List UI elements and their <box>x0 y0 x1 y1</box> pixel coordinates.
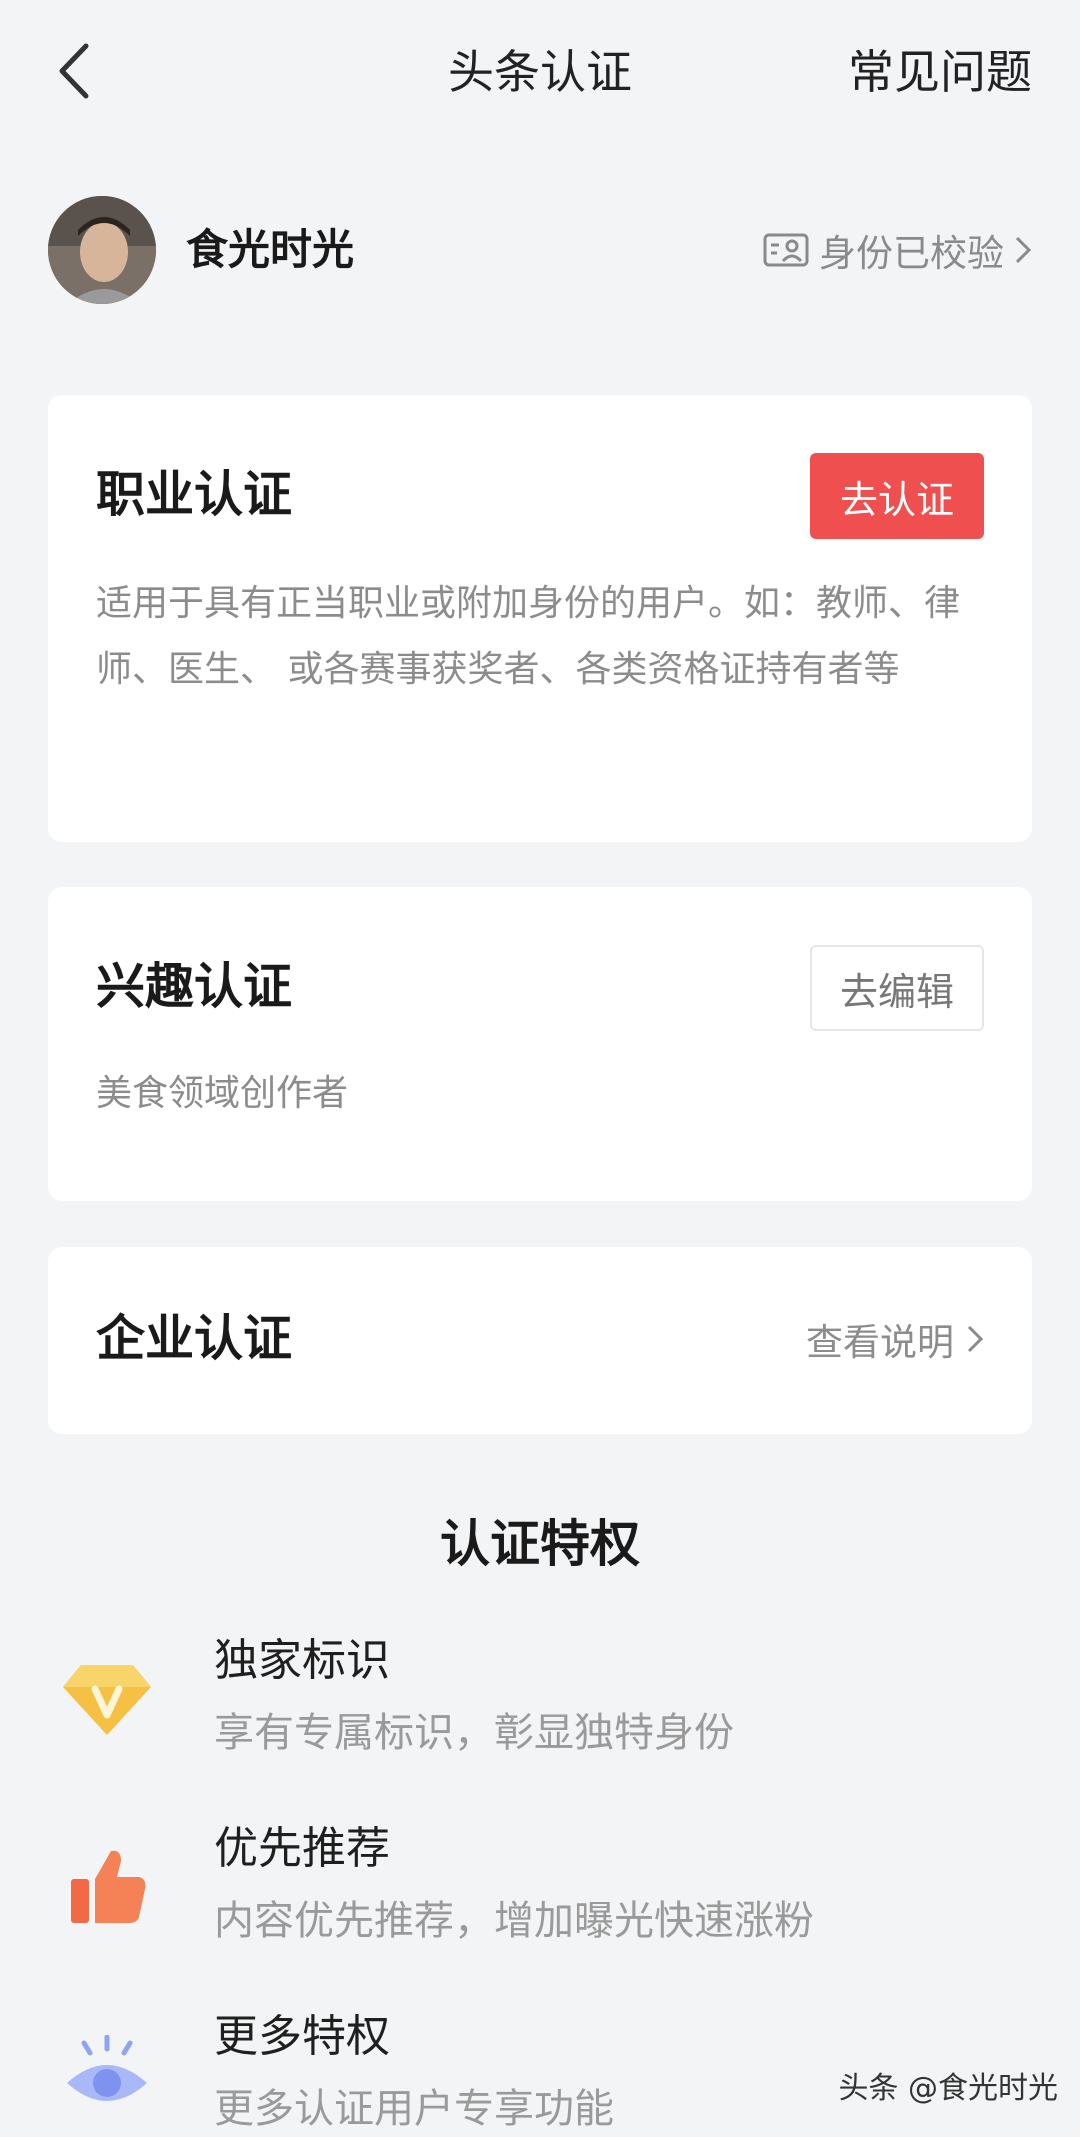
watermark: 头条 @食光时光 <box>838 2071 1058 2106</box>
id-card-icon <box>763 233 809 267</box>
privilege-subtitle: 内容优先推荐，增加曝光快速涨粉 <box>214 1898 814 1944</box>
privilege-subtitle: 享有专属标识，彰显独特身份 <box>214 1710 734 1756</box>
go-certify-button[interactable]: 去认证 <box>810 453 984 539</box>
enterprise-cert-title: 企业认证 <box>96 1310 293 1367</box>
privilege-title: 更多特权 <box>214 2011 390 2062</box>
privilege-item: 优先推荐 内容优先推荐，增加曝光快速涨粉 <box>60 1818 1020 1968</box>
professional-cert-title: 职业认证 <box>96 466 293 523</box>
interest-cert-description: 美食领域创作者 <box>96 1073 349 1114</box>
faq-link[interactable]: 常见问题 <box>848 40 1032 104</box>
thumbs-up-icon <box>60 1840 154 1934</box>
diamond-v-icon <box>60 1652 154 1746</box>
enterprise-cert-card[interactable]: 企业认证 查看说明 <box>48 1247 1032 1434</box>
identity-verified-label: 身份已校验 <box>819 232 1004 275</box>
eye-icon <box>60 2028 154 2122</box>
chevron-right-icon <box>1015 236 1032 264</box>
chevron-right-icon <box>967 1325 984 1353</box>
nav-bar: 头条认证 常见问题 <box>0 0 1080 150</box>
interest-cert-card: 兴趣认证 去编辑 美食领域创作者 <box>48 887 1032 1201</box>
privilege-subtitle: 更多认证用户专享功能 <box>214 2086 614 2132</box>
professional-cert-description: 适用于具有正当职业或附加身份的用户。如：教师、律师、医生、 或各赛事获奖者、各类… <box>96 583 961 690</box>
privilege-title: 优先推荐 <box>214 1823 390 1874</box>
privilege-title: 独家标识 <box>214 1635 390 1686</box>
avatar[interactable] <box>48 196 156 304</box>
view-instructions-label: 查看说明 <box>806 1321 954 1364</box>
professional-cert-card: 职业认证 去认证 适用于具有正当职业或附加身份的用户。如：教师、律师、医生、 或… <box>48 395 1032 842</box>
view-instructions-link[interactable]: 查看说明 <box>806 1309 984 1369</box>
privilege-item: 独家标识 享有专属标识，彰显独特身份 <box>60 1630 1020 1780</box>
avatar-image <box>48 196 156 304</box>
username: 食光时光 <box>186 225 355 274</box>
profile-row: 食光时光 身份已校验 <box>48 196 1032 304</box>
interest-cert-title: 兴趣认证 <box>96 958 293 1015</box>
identity-verified-link[interactable]: 身份已校验 <box>763 222 1032 278</box>
go-edit-button[interactable]: 去编辑 <box>810 945 984 1031</box>
privileges-title: 认证特权 <box>440 1515 640 1573</box>
